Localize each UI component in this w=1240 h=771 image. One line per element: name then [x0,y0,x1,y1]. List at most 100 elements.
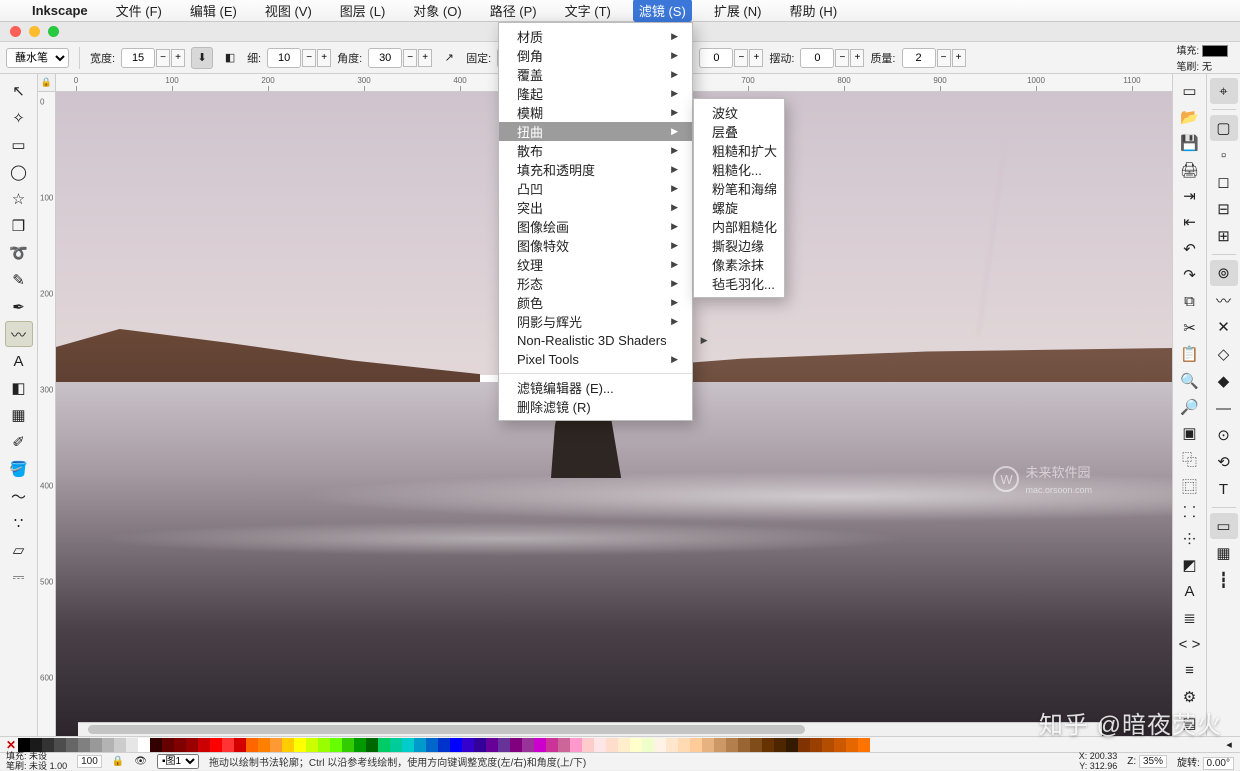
swatch[interactable] [66,738,78,752]
swatch[interactable] [702,738,714,752]
swatch[interactable] [570,738,582,752]
close-window-icon[interactable] [10,26,21,37]
swatch[interactable] [690,738,702,752]
swatch[interactable] [486,738,498,752]
tool-node[interactable]: ✧ [5,105,33,131]
palette-none[interactable]: ✕ [4,738,18,752]
swatch[interactable] [774,738,786,752]
snap-snap-intersection[interactable]: ✕ [1210,314,1238,340]
visible-layer-icon[interactable]: 👁 [134,756,147,767]
tool-gradient[interactable]: ◧ [5,375,33,401]
menu-object[interactable]: 对象 (O) [407,0,467,22]
cmd-duplicate[interactable]: ⿻ [1176,447,1204,472]
ruler-vertical[interactable]: 0100200300400500600 [38,92,56,736]
swatch[interactable] [462,738,474,752]
width-input[interactable] [121,48,155,68]
status-fill[interactable]: 未设 [29,751,47,761]
tool-pencil[interactable]: ✎ [5,267,33,293]
filters-menu-item[interactable]: 图像绘画▶ [499,217,692,236]
tool-calligraphy[interactable]: 〰 [5,321,33,347]
swatch[interactable] [618,738,630,752]
distort-menu-item[interactable]: 毡毛羽化... [694,274,784,293]
app-name[interactable]: Inkscape [26,1,94,20]
filters-menu-item[interactable]: Non-Realistic 3D Shaders▶ [499,331,692,350]
filters-menu[interactable]: 材质▶倒角▶覆盖▶隆起▶模糊▶扭曲▶散布▶填充和透明度▶凸凹▶突出▶图像绘画▶图… [498,22,693,421]
tool-mesh[interactable]: ▦ [5,402,33,428]
swatch[interactable] [714,738,726,752]
swatch[interactable] [30,738,42,752]
swatch[interactable] [678,738,690,752]
swatch[interactable] [666,738,678,752]
scrollbar-horizontal[interactable] [78,722,1102,736]
menu-file[interactable]: 文件 (F) [110,0,168,22]
snap-snap-node[interactable]: ⊚ [1210,260,1238,286]
cmd-export[interactable]: ⇤ [1176,210,1204,235]
distort-menu-item[interactable]: 波纹 [694,103,784,122]
angle-input[interactable] [368,48,402,68]
swatch[interactable] [546,738,558,752]
swatch[interactable] [810,738,822,752]
swatch[interactable] [138,738,150,752]
filters-menu-item[interactable]: 覆盖▶ [499,65,692,84]
menu-view[interactable]: 视图 (V) [259,0,318,22]
tool-bucket[interactable]: 🪣 [5,456,33,482]
swatch[interactable] [606,738,618,752]
swatch[interactable] [594,738,606,752]
swatch[interactable] [858,738,870,752]
swatch[interactable] [114,738,126,752]
filters-menu-item[interactable]: 突出▶ [499,198,692,217]
filters-menu-item[interactable]: 材质▶ [499,27,692,46]
filters-menu-item[interactable]: 滤镜编辑器 (E)... [499,378,692,397]
mac-menubar[interactable]: Inkscape 文件 (F) 编辑 (E) 视图 (V) 图层 (L) 对象 … [0,0,1240,22]
cmd-zoom-out[interactable]: 🔎 [1176,394,1204,419]
menu-help[interactable]: 帮助 (H) [783,0,843,22]
cmd-align[interactable]: ≡ [1176,658,1204,683]
palette-menu-icon[interactable]: ◂ [1222,738,1236,752]
swatch[interactable] [54,738,66,752]
filters-menu-item[interactable]: 隆起▶ [499,84,692,103]
menu-layer[interactable]: 图层 (L) [334,0,392,22]
cmd-group[interactable]: ⸬ [1176,500,1204,525]
filters-menu-item[interactable]: 散布▶ [499,141,692,160]
tool-connector[interactable]: ⎓ [5,564,33,590]
cmd-text-dlg[interactable]: A [1176,579,1204,604]
filters-menu-item[interactable]: Pixel Tools▶ [499,350,692,369]
tool-dropper[interactable]: ✐ [5,429,33,455]
cmd-save[interactable]: 💾 [1176,131,1204,156]
tool-spray[interactable]: ∵ [5,510,33,536]
scrollbar-thumb[interactable] [88,725,805,734]
swatch[interactable] [846,738,858,752]
tool-bezier[interactable]: ✒ [5,294,33,320]
swatch[interactable] [474,738,486,752]
cmd-cut[interactable]: ✂ [1176,315,1204,340]
distort-menu-item[interactable]: 粗糙和扩大 [694,141,784,160]
distort-menu-item[interactable]: 螺旋 [694,198,784,217]
swatch[interactable] [378,738,390,752]
swatch[interactable] [426,738,438,752]
swatch[interactable] [654,738,666,752]
menu-filters[interactable]: 滤镜 (S) [633,0,692,22]
width-inc[interactable]: + [171,49,185,67]
ruler-origin[interactable]: 🔒 [38,74,56,92]
swatch[interactable] [210,738,222,752]
swatch[interactable] [726,738,738,752]
swatch[interactable] [234,738,246,752]
cmd-redo[interactable]: ↷ [1176,263,1204,288]
swatch[interactable] [534,738,546,752]
swatch[interactable] [198,738,210,752]
layer-selector[interactable]: ▪图1 [157,754,199,769]
swatch[interactable] [90,738,102,752]
cmd-open[interactable]: 📂 [1176,104,1204,129]
tool-eraser[interactable]: ▱ [5,537,33,563]
swatch[interactable] [582,738,594,752]
swatch[interactable] [342,738,354,752]
tool-rect[interactable]: ▭ [5,132,33,158]
snap-snap-line-mid[interactable]: ― [1210,395,1238,421]
distort-menu-item[interactable]: 像素涂抹 [694,255,784,274]
wiggle-input[interactable] [800,48,834,68]
snap-snap-page[interactable]: ▭ [1210,513,1238,539]
swatch[interactable] [786,738,798,752]
swatch[interactable] [834,738,846,752]
cmd-clone[interactable]: ⿴ [1176,473,1204,498]
filters-menu-item[interactable]: 图像特效▶ [499,236,692,255]
